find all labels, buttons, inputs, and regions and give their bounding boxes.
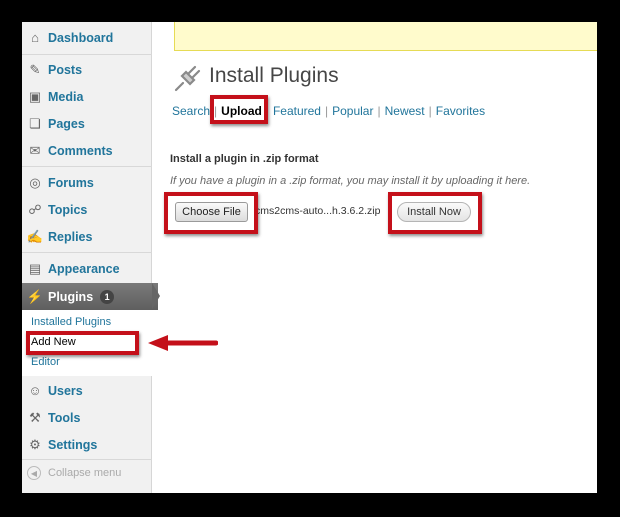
tab-featured[interactable]: Featured — [273, 104, 321, 118]
admin-sidebar: ⌂ Dashboard ✎ Posts ▣ Media ❏ Pages ✉ Co… — [22, 22, 158, 493]
sidebar-item-label: Media — [48, 89, 84, 104]
tab-separator: | — [428, 104, 432, 118]
collapse-menu-button[interactable]: ◀ Collapse menu — [27, 466, 121, 480]
replies-icon: ✍ — [26, 228, 44, 244]
tools-icon: ⚒ — [29, 409, 41, 425]
sidebar-item-label: Settings — [48, 437, 98, 452]
comment-icon: ✉ — [29, 142, 41, 158]
submenu-item-editor[interactable]: Editor — [31, 356, 60, 368]
sidebar-item-label: Appearance — [48, 261, 120, 276]
menu-separator — [22, 459, 152, 460]
sidebar-item-label: Posts — [48, 62, 83, 77]
sidebar-item-dashboard[interactable]: ⌂ Dashboard — [22, 24, 152, 51]
install-now-highlight — [388, 192, 482, 234]
sidebar-item-label: Plugins — [48, 289, 94, 304]
sidebar-item-label: Dashboard — [48, 30, 114, 45]
sidebar-item-label: Pages — [48, 116, 85, 131]
plug-icon: ⚡ — [26, 288, 44, 304]
tab-separator: | — [324, 104, 329, 118]
plugins-title-icon — [174, 65, 201, 92]
topics-icon: ☍ — [28, 201, 42, 217]
admin-notice-bar — [174, 22, 597, 51]
active-menu-pointer — [152, 283, 160, 309]
tab-search[interactable]: Search — [172, 104, 210, 118]
upload-tab-highlight — [210, 95, 268, 124]
sidebar-item-topics[interactable]: ☍ Topics — [22, 196, 152, 223]
sidebar-item-label: Topics — [48, 202, 88, 217]
tab-favorites[interactable]: Favorites — [436, 104, 485, 118]
sidebar-item-tools[interactable]: ⚒ Tools — [22, 404, 152, 431]
selected-file-name: cms2cms-auto...h.3.6.2.zip — [255, 205, 381, 217]
choose-file-highlight — [164, 192, 258, 234]
tab-popular[interactable]: Popular — [332, 104, 373, 118]
tab-separator: | — [377, 104, 381, 118]
forums-icon: ◎ — [29, 174, 41, 190]
sidebar-item-plugins[interactable]: ⚡ Plugins 1 — [22, 283, 158, 310]
red-pointer-arrow-icon — [148, 335, 218, 351]
media-icon: ▣ — [28, 88, 42, 104]
appearance-icon: ▤ — [28, 260, 42, 276]
sidebar-item-label: Forums — [48, 175, 94, 190]
settings-icon: ⚙ — [29, 436, 41, 452]
submenu-item-installed-plugins[interactable]: Installed Plugins — [31, 316, 111, 328]
sidebar-item-label: Tools — [48, 410, 81, 425]
sidebar-item-label: Users — [48, 383, 83, 398]
tab-newest[interactable]: Newest — [385, 104, 425, 118]
sidebar-item-comments[interactable]: ✉ Comments — [22, 137, 152, 164]
sidebar-item-appearance[interactable]: ▤ Appearance — [22, 255, 152, 282]
sidebar-item-label: Replies — [48, 229, 93, 244]
pushpin-icon: ✎ — [29, 61, 41, 77]
sidebar-item-settings[interactable]: ⚙ Settings — [22, 431, 152, 458]
upload-description: If you have a plugin in a .zip format, y… — [170, 175, 531, 187]
sidebar-item-forums[interactable]: ◎ Forums — [22, 169, 152, 196]
sidebar-item-posts[interactable]: ✎ Posts — [22, 56, 152, 83]
wp-admin-window: ⌂ Dashboard ✎ Posts ▣ Media ❏ Pages ✉ Co… — [22, 22, 597, 493]
pages-icon: ❏ — [29, 115, 41, 131]
sidebar-item-pages[interactable]: ❏ Pages — [22, 110, 152, 137]
sidebar-item-media[interactable]: ▣ Media — [22, 83, 152, 110]
menu-separator — [22, 54, 152, 55]
dashboard-icon: ⌂ — [31, 30, 39, 45]
menu-separator — [22, 252, 152, 253]
update-count-badge: 1 — [100, 289, 115, 304]
page-title: Install Plugins — [209, 64, 339, 87]
users-icon: ☺ — [28, 383, 42, 398]
sidebar-item-replies[interactable]: ✍ Replies — [22, 223, 152, 250]
menu-separator — [22, 166, 152, 167]
upload-heading: Install a plugin in .zip format — [170, 153, 319, 165]
collapse-menu-label: Collapse menu — [48, 467, 122, 479]
add-new-highlight — [26, 331, 139, 355]
sidebar-item-users[interactable]: ☺ Users — [22, 377, 152, 404]
collapse-arrow-icon: ◀ — [27, 466, 41, 480]
sidebar-item-label: Comments — [48, 143, 113, 158]
